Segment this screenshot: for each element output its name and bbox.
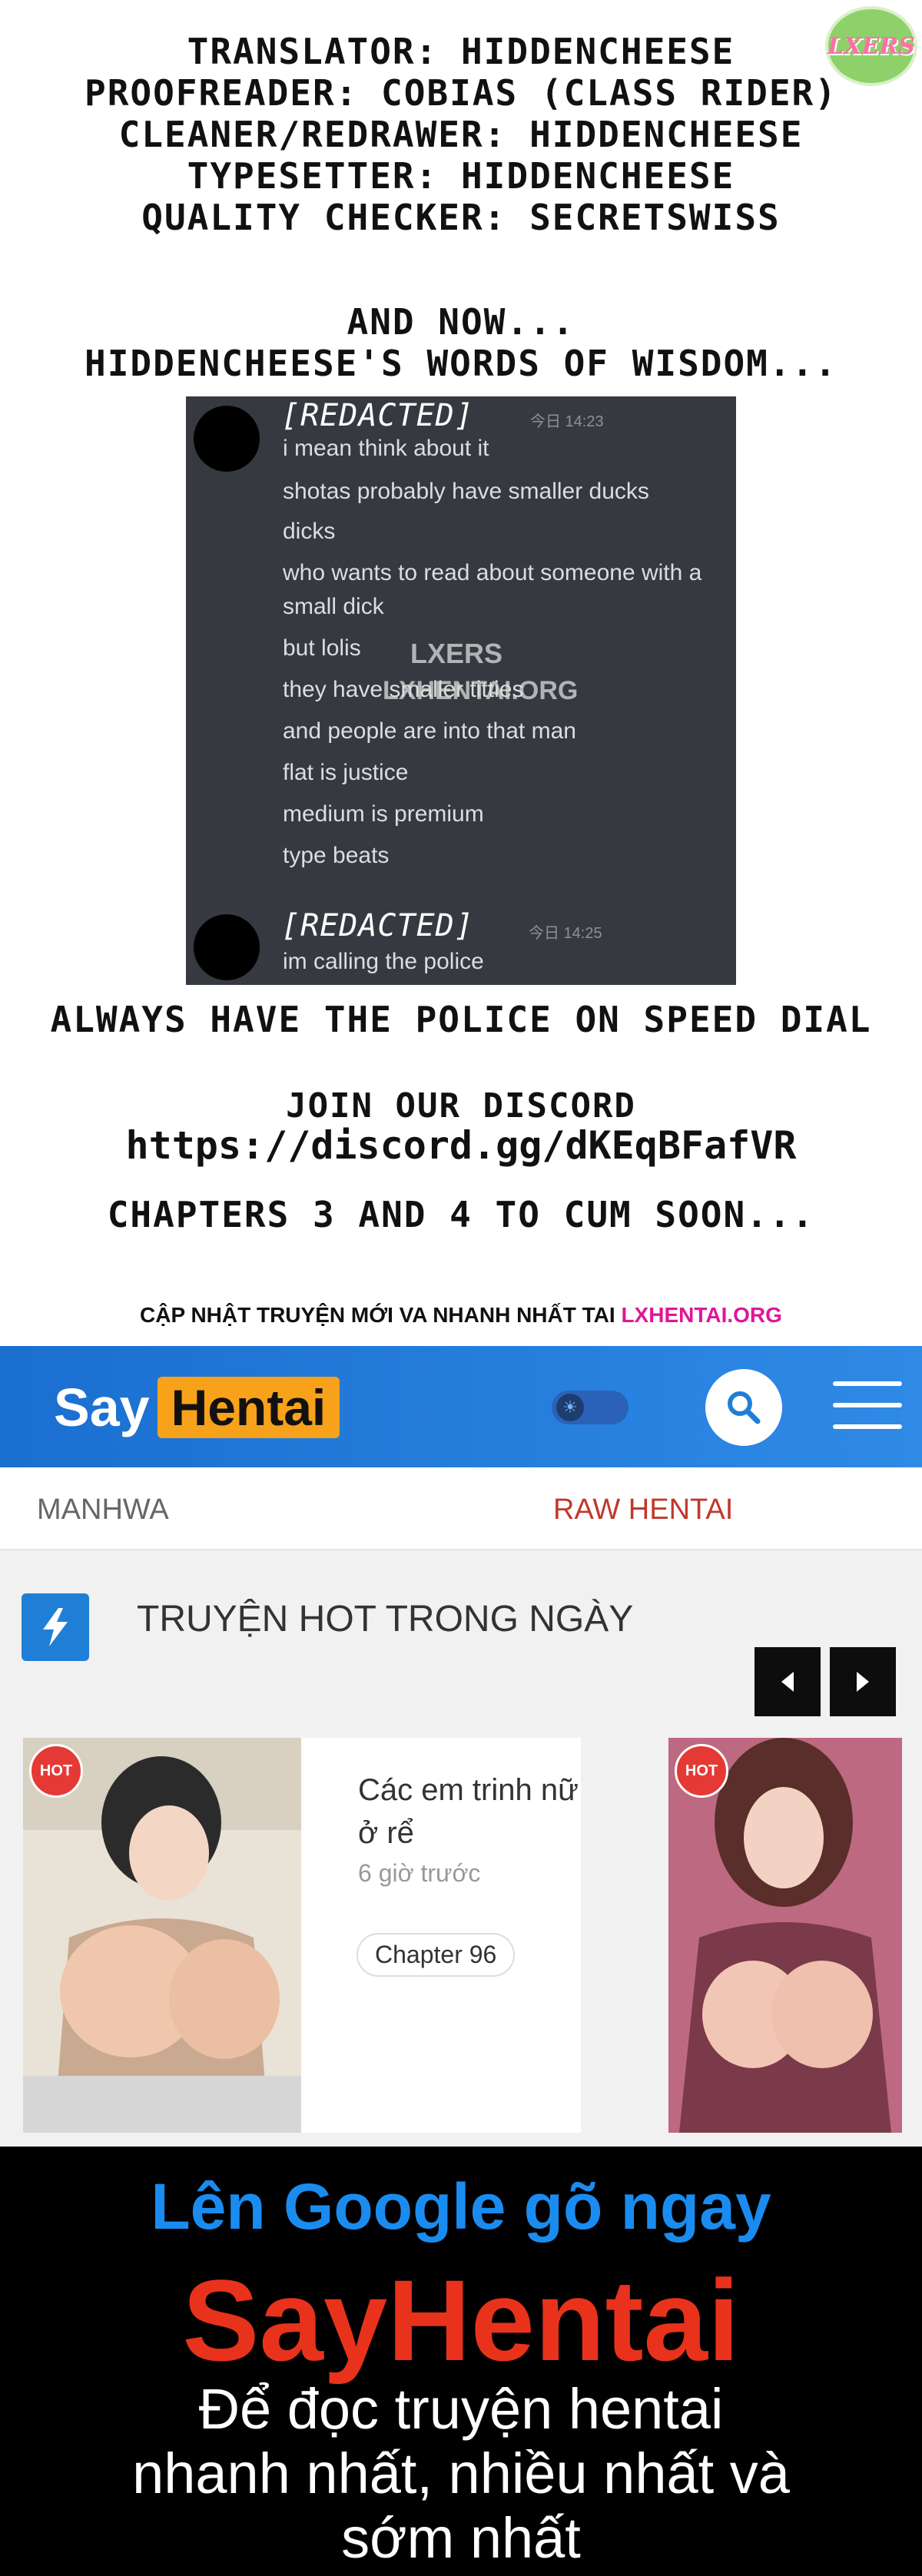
banner-line-4: nhanh nhất, nhiều nhất và: [132, 2442, 790, 2505]
credit-cleaner: Cleaner/Redrawer: HiddenCheese: [118, 114, 804, 155]
hot-badge: HOT: [29, 1744, 83, 1798]
chat-message: im calling the police: [283, 949, 484, 974]
logo-say: Say: [54, 1378, 150, 1437]
update-notice-link[interactable]: LXHENTAI.ORG: [621, 1303, 781, 1327]
discord-link[interactable]: https://discord.gg/dKEqBFafVR: [0, 1123, 922, 1168]
chevron-left-icon: [781, 1672, 794, 1692]
hot-section: TRUYỆN HOT TRONG NGÀY HOT Các em trinh n…: [0, 1550, 922, 2147]
wisdom-line-2: HiddenCheese's words of wisdom...: [85, 343, 837, 384]
manga-title[interactable]: Các em trinh nữ ở rể: [358, 1769, 581, 1855]
next-arrow-button[interactable]: [830, 1647, 896, 1716]
wisdom-heading: And now... HiddenCheese's words of wisdo…: [0, 301, 922, 384]
hot-section-title: TRUYỆN HOT TRONG NGÀY: [137, 1599, 634, 1639]
police-caption: Always have the police on speed dial: [50, 999, 872, 1040]
credit-typesetter: Typesetter: HiddenCheese: [187, 155, 735, 197]
dark-mode-toggle[interactable]: ☀: [552, 1391, 628, 1424]
hot-badge: HOT: [675, 1744, 728, 1798]
chevron-right-icon: [857, 1672, 869, 1692]
nav-raw-hentai[interactable]: RAW HENTAI: [553, 1494, 733, 1527]
chat-message: i mean think about it: [283, 436, 489, 461]
chapter-button[interactable]: Chapter 96: [357, 1933, 516, 1977]
watermark-lxers: LXERS: [410, 638, 503, 669]
wisdom-line-1: And now...: [347, 301, 575, 343]
chat-message: flat is justice: [283, 760, 409, 785]
prev-arrow-button[interactable]: [755, 1647, 821, 1716]
chat-screenshot: [REDACTED] 今日 14:23 i mean think about i…: [186, 396, 736, 985]
manga-thumbnail[interactable]: HOT: [668, 1738, 902, 2133]
watermark-lxhentai: LXHENTAI.ORG: [383, 676, 579, 705]
banner-tagline: Để đọc truyện hentai nhanh nhất, nhiều n…: [0, 2377, 922, 2571]
manga-updated-time: 6 giờ trước: [358, 1859, 481, 1887]
chat-message: and people are into that man: [283, 718, 576, 744]
credit-translator: Translator: HiddenCheese: [187, 31, 735, 72]
chat-message: who wants to read about someone with a: [283, 560, 702, 585]
avatar: [194, 406, 260, 472]
chat-message: dicks: [283, 519, 336, 544]
chat-message: type beats: [283, 843, 390, 868]
chat-message: medium is premium: [283, 801, 484, 827]
update-notice: CẬP NHẬT TRUYỆN MỚI VA NHANH NHẤT TAI LX…: [0, 1303, 922, 1328]
avatar: [194, 914, 260, 980]
hamburger-menu-icon[interactable]: [833, 1381, 902, 1435]
banner-line-1: Lên Google gõ ngay: [151, 2170, 771, 2243]
credit-proofreader: Proofreader: Cobias (class rider): [85, 72, 837, 114]
category-nav: MANHWA RAW HENTAI: [0, 1467, 922, 1550]
chat-timestamp: 今日 14:23: [530, 413, 604, 430]
site-logo[interactable]: Say Hentai: [54, 1374, 340, 1441]
credits-block: Translator: HiddenCheese Proofreader: Co…: [0, 31, 922, 238]
chat-timestamp: 今日 14:25: [529, 925, 602, 942]
chat-message: shotas probably have smaller ducks: [283, 479, 649, 504]
manga-card[interactable]: HOT Các em trinh nữ ở rể 6 giờ trước Cha…: [23, 1738, 581, 2133]
update-notice-text: CẬP NHẬT TRUYỆN MỚI VA NHANH NHẤT TAI: [140, 1303, 615, 1327]
chat-username: [REDACTED]: [281, 398, 474, 433]
chat-username: [REDACTED]: [281, 908, 474, 943]
site-header: Say Hentai ☀: [0, 1346, 922, 1467]
sun-icon: ☀: [556, 1394, 584, 1421]
chat-message: but lolis: [283, 635, 361, 661]
banner-line-3: Để đọc truyện hentai: [198, 2377, 724, 2441]
chapters-caption: Chapters 3 and 4 to cum soon...: [107, 1194, 815, 1235]
search-icon: [728, 1391, 761, 1424]
nav-manhwa[interactable]: MANHWA: [37, 1494, 169, 1527]
banner-brand: SayHentai: [182, 2256, 740, 2385]
discord-join-caption: Join our discord: [286, 1086, 636, 1126]
chat-message: small dick: [283, 594, 384, 619]
promo-banner: Lên Google gõ ngay SayHentai Để đọc truy…: [0, 2147, 922, 2576]
search-button[interactable]: [705, 1369, 782, 1446]
lightning-icon: [22, 1593, 89, 1661]
credit-quality-checker: Quality Checker: SecretSwiss: [141, 197, 781, 238]
manga-thumbnail[interactable]: HOT: [23, 1738, 301, 2133]
logo-hentai: Hentai: [157, 1377, 340, 1438]
manga-card[interactable]: HOT: [668, 1738, 902, 2133]
banner-line-5: sớm nhất: [341, 2506, 581, 2570]
